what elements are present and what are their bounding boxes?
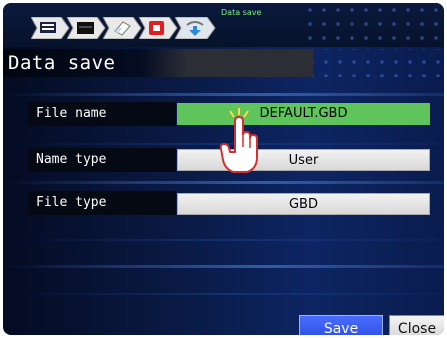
close-button[interactable]: Close [389, 315, 444, 335]
decorative-stripe [3, 239, 444, 241]
breadcrumb-bar: Data save [3, 3, 444, 47]
file-type-field[interactable]: GBD [177, 193, 430, 215]
file-name-label: File name [28, 102, 176, 126]
screen-frame: Data save Data save File name DEFAULT.GB… [3, 3, 444, 335]
page-title: Data save [8, 52, 116, 74]
decorative-stripe [3, 293, 444, 295]
record-icon [149, 21, 164, 35]
panel-icon [77, 22, 94, 34]
decorative-stripe [3, 181, 444, 184]
decorative-stripe [3, 93, 444, 96]
decorative-dots [313, 49, 444, 77]
decorative-stripe [3, 265, 444, 268]
breadcrumb-step-panel[interactable] [67, 17, 107, 39]
file-type-label: File type [28, 191, 176, 215]
monitor-icon [40, 22, 56, 33]
breadcrumb-step-eraser[interactable] [103, 17, 143, 39]
breadcrumb-step-record[interactable] [139, 17, 179, 39]
decorative-dots [303, 3, 444, 47]
pointer-hand-icon [215, 105, 263, 181]
name-type-label: Name type [28, 148, 176, 172]
save-button[interactable]: Save [299, 315, 383, 335]
breadcrumb-step-monitor[interactable] [31, 17, 71, 39]
breadcrumb-active-label: Data save [221, 8, 262, 17]
data-save-screen: Data save Data save File name DEFAULT.GB… [0, 0, 447, 338]
breadcrumb-step-download[interactable] [175, 17, 217, 39]
